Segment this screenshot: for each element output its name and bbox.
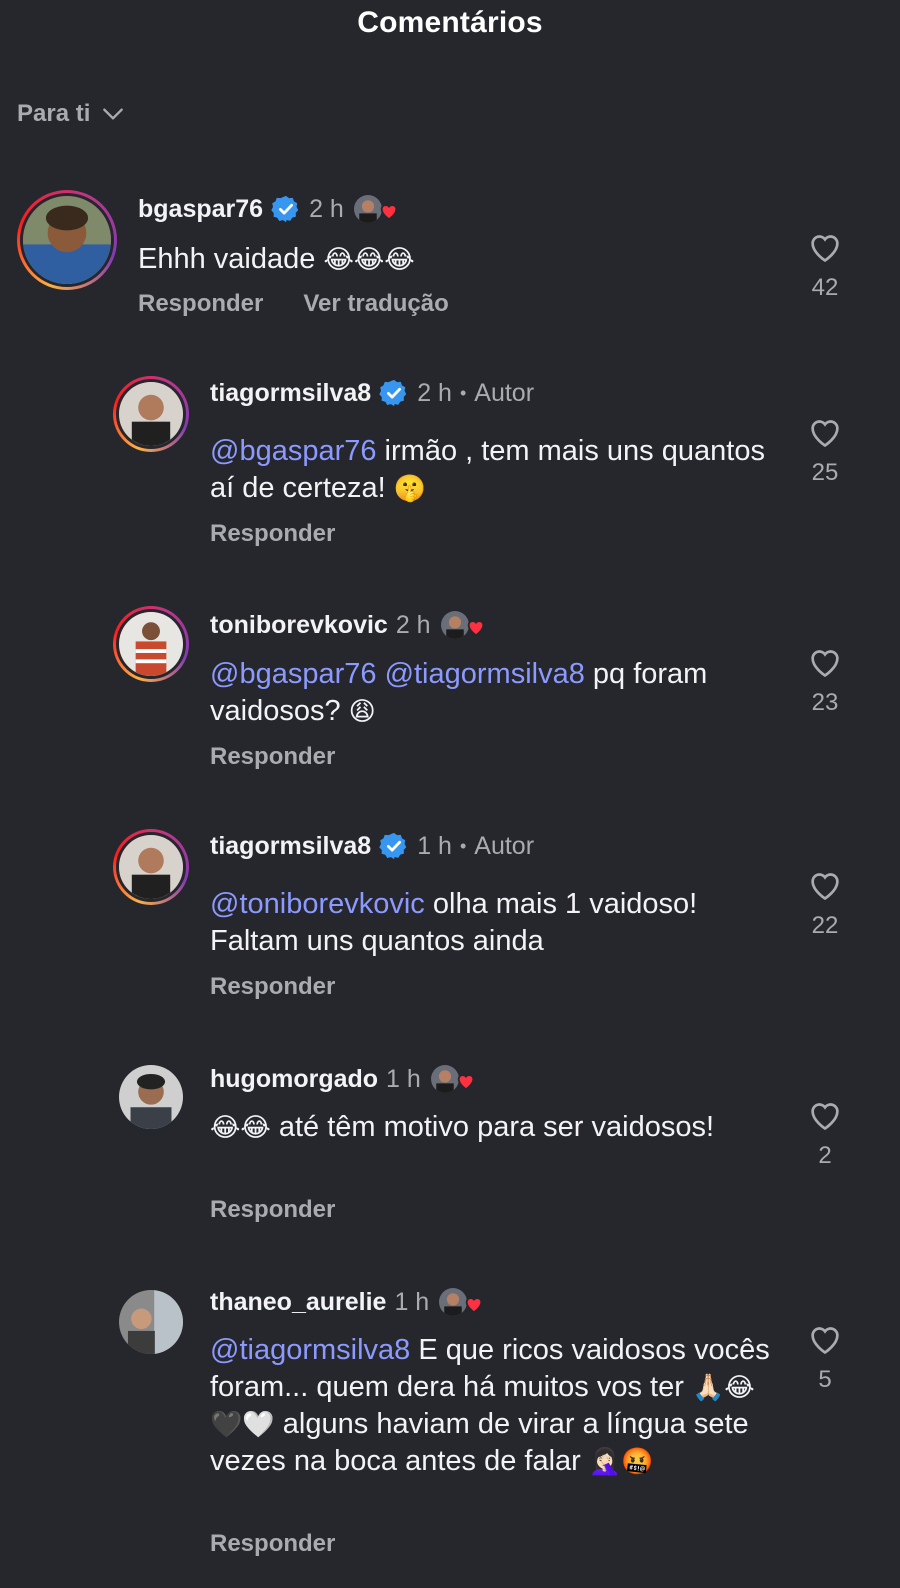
emoji: 🤫 (393, 473, 427, 503)
comment-username[interactable]: toniborevkovic (210, 611, 388, 640)
mention-link[interactable]: @toniborevkovic (210, 888, 425, 920)
emoji: 😂😂😂 (323, 244, 415, 274)
reply-button[interactable]: Responder (210, 743, 335, 771)
creator-liked-badge (428, 1062, 479, 1096)
reply-button[interactable]: Responder (210, 1530, 335, 1558)
like-control: 42 (800, 228, 850, 302)
reply-button[interactable]: Responder (210, 973, 335, 1001)
comment-text-segment (377, 658, 385, 690)
like-count: 22 (811, 912, 839, 939)
author-label: Autor (474, 378, 535, 407)
emoji: 🤦🏻‍♀️🤬 (588, 1446, 654, 1476)
comment-text: @bgaspar76 @tiagormsilva8 pq foram vaido… (210, 656, 770, 730)
separator-dot: • (459, 835, 467, 856)
avatar[interactable] (113, 376, 189, 452)
verified-badge-icon (379, 379, 407, 407)
mention-link[interactable]: @bgaspar76 (210, 658, 377, 690)
comment-text: @toniborevkovic olha mais 1 vaidoso! Fal… (210, 886, 770, 960)
like-count: 2 (818, 1142, 832, 1169)
avatar[interactable] (113, 829, 189, 905)
comment-text-segment: Ehhh vaidade (138, 243, 324, 275)
mention-link[interactable]: @tiagormsilva8 (210, 1334, 410, 1366)
mention-link[interactable]: @bgaspar76 (210, 435, 377, 467)
comment-username[interactable]: tiagormsilva8 (210, 832, 371, 861)
verified-badge-icon (379, 832, 407, 860)
sort-filter-dropdown[interactable]: Para ti (17, 100, 126, 128)
comment-text: 😂😂 até têm motivo para ser vaidosos! (210, 1109, 770, 1146)
creator-liked-badge (438, 608, 489, 642)
like-control: 25 (800, 413, 850, 487)
creator-liked-badge (351, 192, 402, 226)
heart-filled-icon (457, 1074, 475, 1091)
comment-username[interactable]: tiagormsilva8 (210, 379, 371, 408)
comment-time: 2 h (395, 610, 431, 639)
heart-outline-icon[interactable] (806, 228, 844, 266)
like-count: 5 (818, 1366, 832, 1393)
avatar[interactable] (17, 190, 117, 290)
comment-username[interactable]: thaneo_aurelie (210, 1288, 386, 1317)
comment-time: 2 h (309, 194, 344, 223)
like-count: 23 (811, 689, 839, 716)
like-count: 42 (811, 274, 839, 301)
heart-outline-icon[interactable] (806, 1096, 844, 1134)
heart-outline-icon[interactable] (806, 1320, 844, 1358)
comment-text: @bgaspar76 irmão , tem mais uns quantos … (210, 433, 770, 507)
avatar[interactable] (119, 1290, 183, 1354)
verified-badge-icon (271, 195, 299, 223)
comment-username[interactable]: hugomorgado (210, 1065, 378, 1094)
mention-link[interactable]: @tiagormsilva8 (385, 658, 585, 690)
heart-outline-icon[interactable] (806, 413, 844, 451)
heart-outline-icon[interactable] (806, 643, 844, 681)
like-control: 22 (800, 866, 850, 940)
heart-outline-icon[interactable] (806, 866, 844, 904)
translate-button[interactable]: Ver tradução (303, 290, 448, 318)
comment-text: Ehhh vaidade 😂😂😂 (138, 241, 698, 278)
separator-dot: • (459, 382, 467, 403)
comment-text: @tiagormsilva8 E que ricos vaidosos você… (210, 1332, 770, 1480)
like-count: 25 (811, 459, 839, 486)
chevron-down-icon (103, 108, 124, 120)
heart-filled-icon (465, 1297, 483, 1314)
reply-button[interactable]: Responder (138, 290, 263, 318)
comment-time: 1 h (386, 1064, 421, 1093)
avatar[interactable] (113, 606, 189, 682)
comment-time: 2 h (417, 378, 452, 407)
heart-filled-icon (467, 620, 484, 637)
heart-filled-icon (380, 204, 398, 221)
emoji: 😂😂 (210, 1112, 271, 1142)
reply-button[interactable]: Responder (210, 1196, 335, 1224)
like-control: 2 (800, 1096, 850, 1170)
avatar[interactable] (119, 1065, 183, 1129)
comment-time: 1 h (394, 1287, 430, 1316)
like-control: 5 (800, 1320, 850, 1394)
comment-text-segment: alguns haviam de virar a língua sete vez… (210, 1408, 749, 1477)
like-control: 23 (800, 643, 850, 717)
sort-filter-label: Para ti (17, 100, 91, 127)
page-title: Comentários (357, 6, 543, 39)
author-label: Autor (474, 831, 535, 860)
comment-time: 1 h (417, 831, 452, 860)
comment-text-segment: até têm motivo para ser vaidosos! (270, 1111, 715, 1143)
reply-button[interactable]: Responder (210, 520, 335, 548)
emoji: 😩 (348, 696, 376, 726)
comment-username[interactable]: bgaspar76 (138, 195, 263, 224)
creator-liked-badge (437, 1285, 487, 1319)
